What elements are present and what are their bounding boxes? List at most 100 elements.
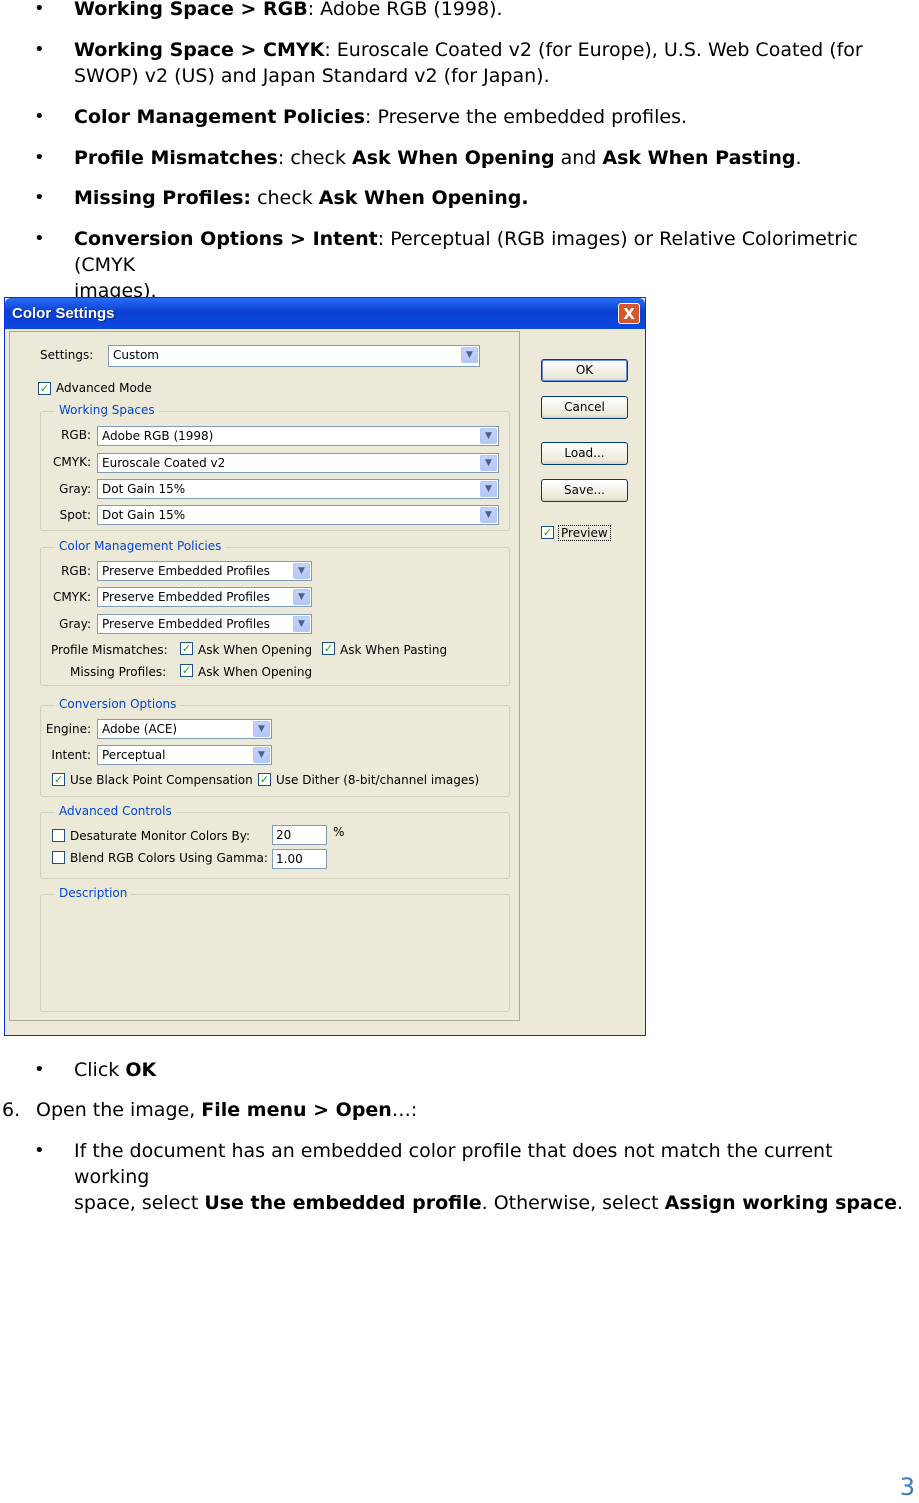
intent-value: Perceptual xyxy=(102,748,166,762)
step-bold: File menu > Open xyxy=(201,1099,392,1121)
bullet-text-line2: SWOP) v2 (US) and Japan Standard v2 (for… xyxy=(74,65,550,87)
bullet-bold: Use the embedded profile xyxy=(204,1192,482,1214)
description-title: Description xyxy=(55,886,132,900)
ask-when-pasting-label: Ask When Pasting xyxy=(340,643,448,657)
dialog-titlebar[interactable]: Color Settings X xyxy=(5,298,645,329)
step-text: Open the image, xyxy=(36,1099,202,1121)
bullet-bold: Ask When Opening. xyxy=(318,187,529,209)
bullet-text: check xyxy=(251,187,319,209)
advanced-mode-checkbox[interactable]: ✓ xyxy=(38,382,51,395)
close-icon[interactable]: X xyxy=(618,303,640,324)
ws-cmyk-select[interactable]: Euroscale Coated v2 ▼ xyxy=(97,453,499,473)
policy-gray-select[interactable]: Preserve Embedded Profiles ▼ xyxy=(97,614,312,634)
step-text: …: xyxy=(391,1099,418,1121)
color-settings-dialog: Color Settings X Settings: Custom ▼ ✓ Ad… xyxy=(4,297,646,1036)
bullet-click-ok: Click OK xyxy=(74,1057,904,1083)
dither-checkbox[interactable]: ✓ xyxy=(258,773,271,786)
ok-button[interactable]: OK xyxy=(541,359,628,382)
working-spaces-title: Working Spaces xyxy=(55,403,159,417)
bullet-text: If the document has an embedded color pr… xyxy=(74,1140,833,1188)
bullet-marker: • xyxy=(34,39,45,60)
bullet-bold: Working Space > CMYK xyxy=(74,39,325,61)
bullet-text: : Preserve the embedded profiles. xyxy=(365,106,688,128)
bullet-bold: Ask When Pasting xyxy=(602,147,796,169)
bullet-bold: Working Space > RGB xyxy=(74,0,308,20)
chevron-down-icon: ▼ xyxy=(480,507,497,523)
settings-select[interactable]: Custom ▼ xyxy=(108,345,480,367)
desaturate-checkbox[interactable] xyxy=(52,829,65,842)
bullet-bold: Conversion Options > Intent xyxy=(74,228,378,250)
preview-label: Preview xyxy=(558,525,611,541)
missing-profiles-label: Missing Profiles: xyxy=(70,665,167,679)
bullet-marker: • xyxy=(34,1140,45,1161)
conversion-options-title: Conversion Options xyxy=(55,697,181,711)
missing-ask-when-opening-checkbox[interactable]: ✓ xyxy=(180,664,193,677)
bullet-text: . Otherwise, select xyxy=(481,1192,665,1214)
engine-label: Engine: xyxy=(45,722,91,736)
save-button[interactable]: Save... xyxy=(541,479,628,502)
policy-cmyk-select[interactable]: Preserve Embedded Profiles ▼ xyxy=(97,587,312,607)
ws-rgb-label: RGB: xyxy=(61,428,91,442)
policies-title: Color Management Policies xyxy=(55,539,226,553)
chevron-down-icon: ▼ xyxy=(253,747,270,763)
bullet-color-management-policies: Color Management Policies: Preserve the … xyxy=(74,104,904,130)
conversion-options-group: Conversion Options Engine: Adobe (ACE) ▼ … xyxy=(40,697,510,797)
ws-rgb-value: Adobe RGB (1998) xyxy=(102,429,214,443)
intent-select[interactable]: Perceptual ▼ xyxy=(97,745,272,765)
bullet-text: . xyxy=(795,147,802,169)
policies-group: Color Management Policies RGB: Preserve … xyxy=(40,539,510,686)
advanced-mode-label: Advanced Mode xyxy=(56,381,152,395)
bullet-marker: • xyxy=(34,187,45,208)
bullet-text: and xyxy=(554,147,603,169)
bullet-marker: • xyxy=(34,106,45,127)
bullet-bold: Assign working space xyxy=(664,1192,897,1214)
settings-value: Custom xyxy=(113,348,159,362)
chevron-down-icon: ▼ xyxy=(253,721,270,737)
chevron-down-icon: ▼ xyxy=(480,481,497,497)
blend-gamma-checkbox[interactable] xyxy=(52,851,65,864)
desaturate-unit: % xyxy=(333,825,345,839)
ws-spot-select[interactable]: Dot Gain 15% ▼ xyxy=(97,505,499,525)
dither-label: Use Dither (8-bit/channel images) xyxy=(276,773,480,787)
bullet-missing-profiles: Missing Profiles: check Ask When Opening… xyxy=(74,185,904,211)
bullet-conversion-intent: Conversion Options > Intent: Perceptual … xyxy=(74,226,904,304)
ws-cmyk-label: CMYK: xyxy=(53,455,91,469)
load-button[interactable]: Load... xyxy=(541,442,628,465)
ask-when-opening-label: Ask When Opening xyxy=(198,643,313,657)
policy-rgb-value: Preserve Embedded Profiles xyxy=(102,564,270,578)
desaturate-input[interactable]: 20 xyxy=(272,825,327,845)
advanced-controls-group: Advanced Controls Desaturate Monitor Col… xyxy=(40,804,510,879)
description-group: Description xyxy=(40,886,510,1012)
black-point-checkbox[interactable]: ✓ xyxy=(52,773,65,786)
ws-gray-value: Dot Gain 15% xyxy=(102,482,186,496)
bullet-marker: • xyxy=(34,147,45,168)
bullet-marker: • xyxy=(34,1059,45,1080)
bullet-text: : check xyxy=(277,147,352,169)
bullet-profile-mismatches: Profile Mismatches: check Ask When Openi… xyxy=(74,145,904,171)
ask-when-opening-checkbox[interactable]: ✓ xyxy=(180,642,193,655)
bullet-marker: • xyxy=(34,0,45,19)
ws-cmyk-value: Euroscale Coated v2 xyxy=(102,456,226,470)
engine-select[interactable]: Adobe (ACE) ▼ xyxy=(97,719,272,739)
ws-spot-label: Spot: xyxy=(59,508,91,522)
ask-when-pasting-checkbox[interactable]: ✓ xyxy=(322,642,335,655)
blend-gamma-input[interactable]: 1.00 xyxy=(272,849,327,869)
bullet-bold: Missing Profiles: xyxy=(74,187,252,209)
policy-cmyk-value: Preserve Embedded Profiles xyxy=(102,590,270,604)
policy-rgb-select[interactable]: Preserve Embedded Profiles ▼ xyxy=(97,561,312,581)
bullet-text: . xyxy=(896,1192,904,1214)
missing-ask-when-opening-label: Ask When Opening xyxy=(198,665,313,679)
bullet-bold: OK xyxy=(125,1059,157,1081)
working-spaces-group: Working Spaces RGB: Adobe RGB (1998) ▼ CM… xyxy=(40,403,510,531)
bullet-working-space-cmyk: Working Space > CMYK: Euroscale Coated v… xyxy=(74,37,904,89)
ws-rgb-select[interactable]: Adobe RGB (1998) ▼ xyxy=(97,426,499,446)
settings-panel: Settings: Custom ▼ ✓ Advanced Mode Worki… xyxy=(9,331,520,1021)
dialog-title: Color Settings xyxy=(12,305,115,322)
bullet-text: space, select xyxy=(74,1192,205,1214)
bullet-bold: Profile Mismatches xyxy=(74,147,278,169)
cancel-button[interactable]: Cancel xyxy=(541,396,628,419)
bullet-marker: • xyxy=(34,228,45,249)
ws-gray-select[interactable]: Dot Gain 15% ▼ xyxy=(97,479,499,499)
preview-checkbox[interactable]: ✓ xyxy=(541,526,554,539)
bullet-bold: Color Management Policies xyxy=(74,106,365,128)
